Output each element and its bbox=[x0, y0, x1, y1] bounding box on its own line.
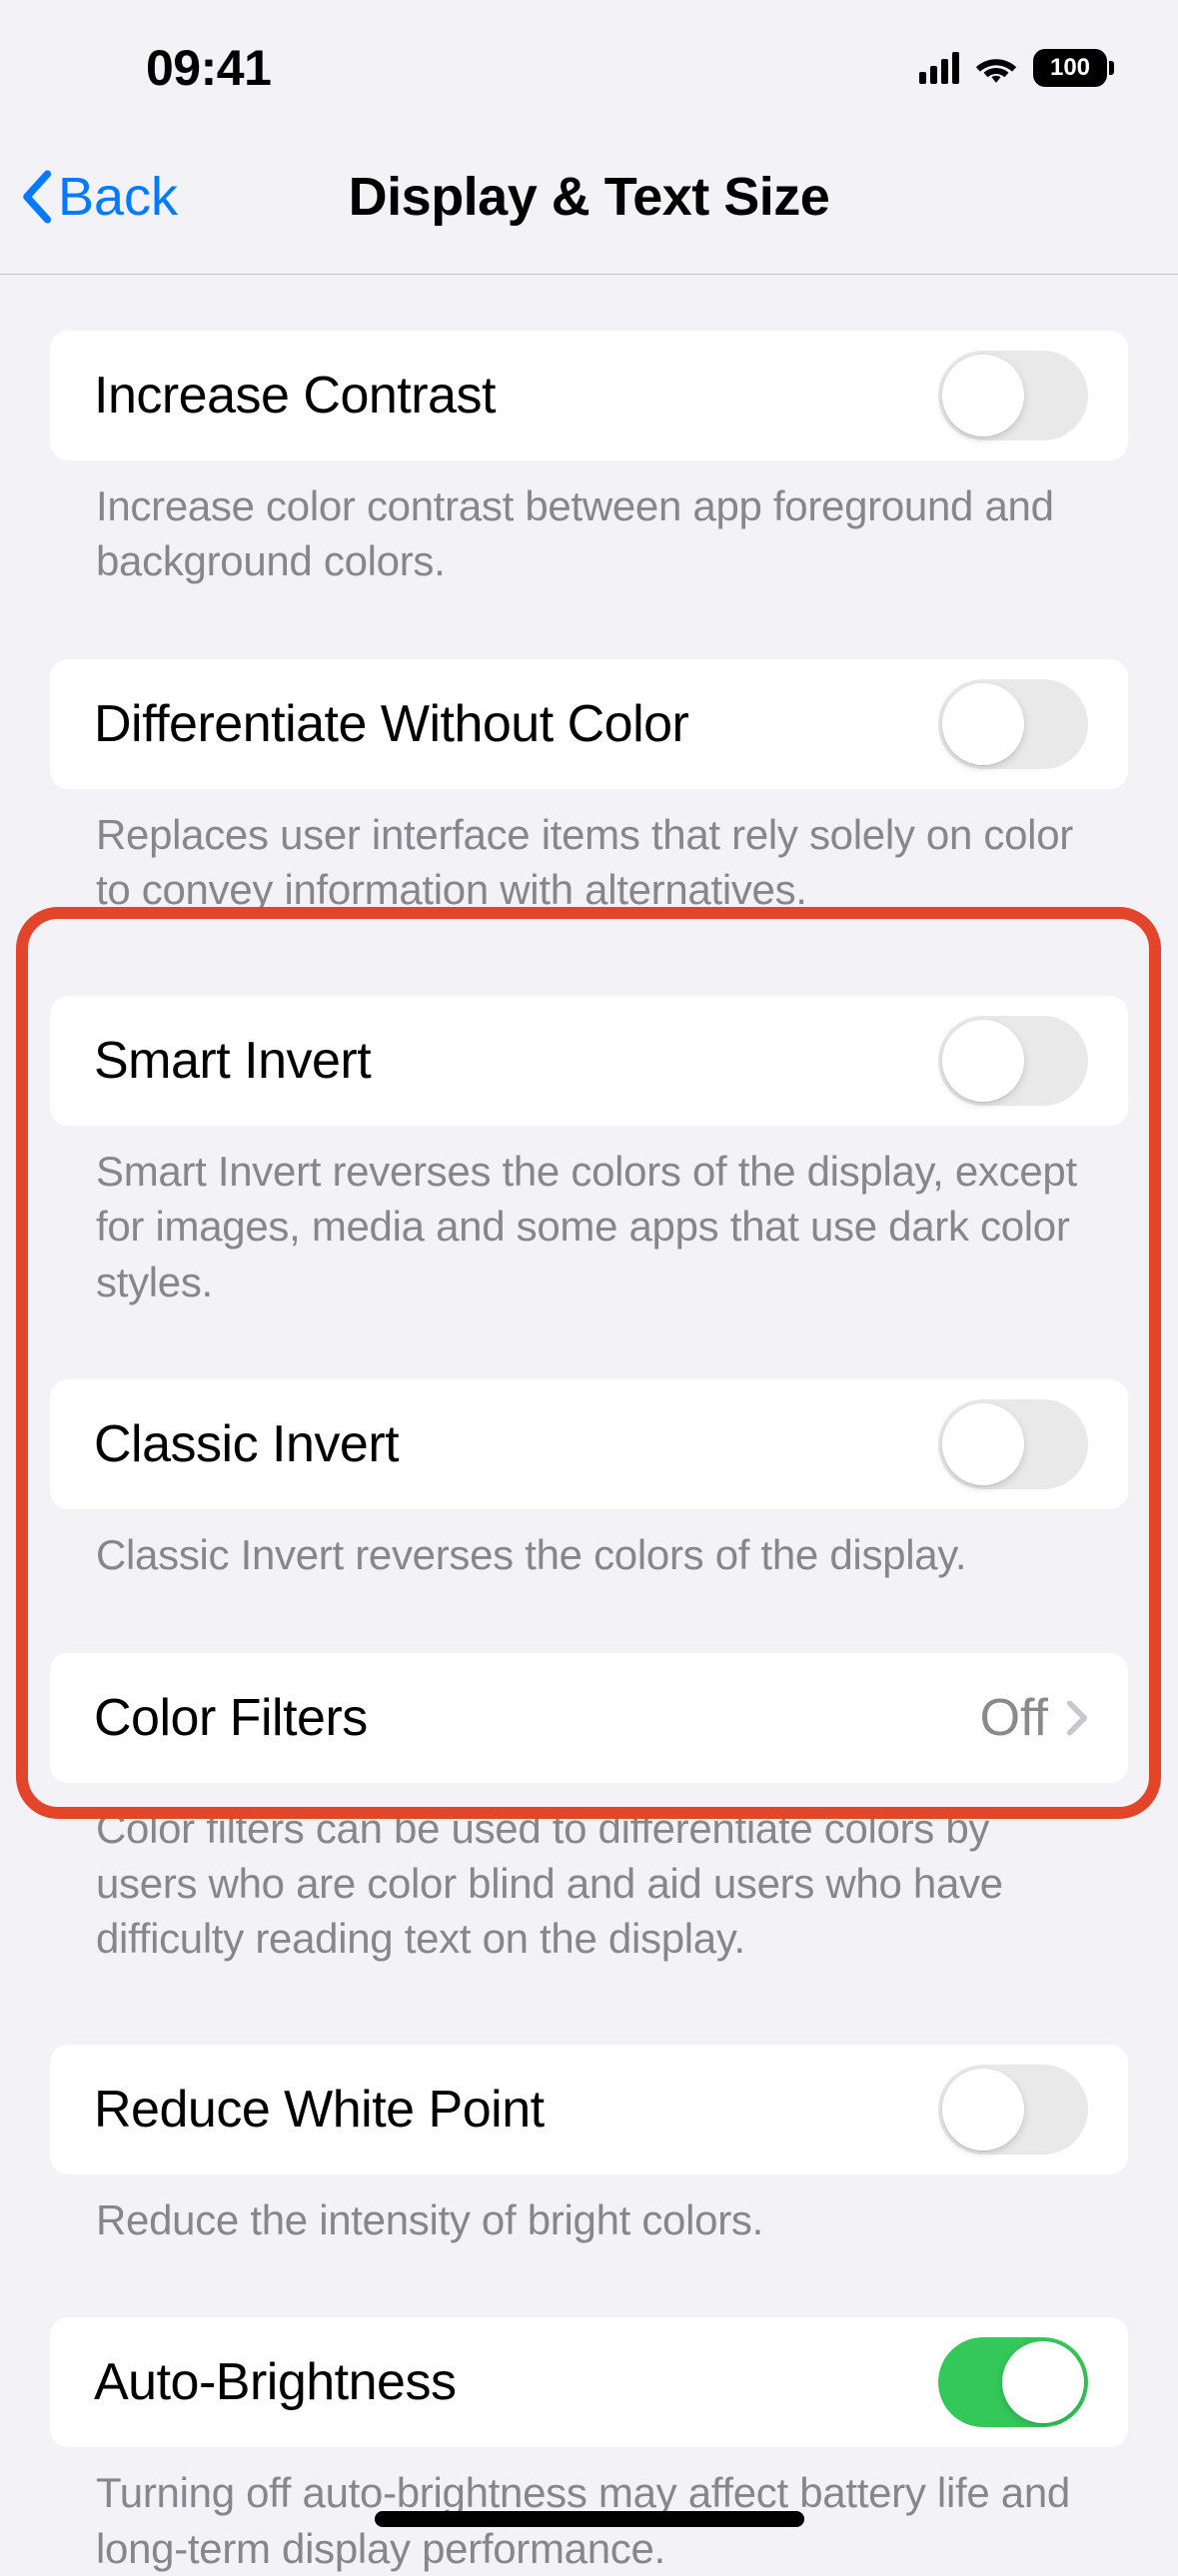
page-title: Display & Text Size bbox=[349, 166, 830, 228]
color-filters-footer: Color filters can be used to differentia… bbox=[50, 1783, 1128, 1967]
reduce-white-point-toggle[interactable] bbox=[938, 2065, 1088, 2154]
back-label: Back bbox=[58, 166, 178, 228]
increase-contrast-cell[interactable]: Increase Contrast bbox=[50, 331, 1128, 460]
reduce-white-point-footer: Reduce the intensity of bright colors. bbox=[50, 2174, 1128, 2247]
home-indicator[interactable] bbox=[375, 2511, 804, 2527]
battery-level: 100 bbox=[1033, 49, 1107, 87]
classic-invert-toggle[interactable] bbox=[938, 1399, 1088, 1489]
settings-content: Increase Contrast Increase color contras… bbox=[0, 275, 1178, 2576]
chevron-left-icon bbox=[20, 169, 52, 225]
differentiate-without-color-cell[interactable]: Differentiate Without Color bbox=[50, 659, 1128, 789]
cell-label: Color Filters bbox=[94, 1688, 368, 1748]
auto-brightness-cell[interactable]: Auto-Brightness bbox=[50, 2317, 1128, 2447]
cell-label: Classic Invert bbox=[94, 1414, 399, 1474]
classic-invert-footer: Classic Invert reverses the colors of th… bbox=[50, 1509, 1128, 1582]
chevron-right-icon bbox=[1066, 1699, 1088, 1737]
increase-contrast-footer: Increase color contrast between app fore… bbox=[50, 460, 1128, 589]
reduce-white-point-cell[interactable]: Reduce White Point bbox=[50, 2045, 1128, 2174]
wifi-icon bbox=[975, 52, 1017, 84]
cell-label: Auto-Brightness bbox=[94, 2352, 456, 2412]
status-time: 09:41 bbox=[146, 39, 271, 97]
differentiate-without-color-toggle[interactable] bbox=[938, 679, 1088, 769]
status-bar: 09:41 100 bbox=[0, 0, 1178, 120]
color-filters-cell[interactable]: Color Filters Off bbox=[50, 1653, 1128, 1783]
auto-brightness-toggle[interactable] bbox=[938, 2337, 1088, 2427]
back-button[interactable]: Back bbox=[20, 166, 178, 228]
cell-label: Reduce White Point bbox=[94, 2080, 545, 2140]
color-filters-value: Off bbox=[980, 1688, 1048, 1748]
smart-invert-cell[interactable]: Smart Invert bbox=[50, 996, 1128, 1126]
cell-label: Differentiate Without Color bbox=[94, 694, 688, 754]
cell-label: Increase Contrast bbox=[94, 366, 496, 426]
cellular-signal-icon bbox=[919, 52, 959, 84]
cell-label: Smart Invert bbox=[94, 1031, 371, 1091]
classic-invert-cell[interactable]: Classic Invert bbox=[50, 1379, 1128, 1509]
differentiate-without-color-footer: Replaces user interface items that rely … bbox=[50, 789, 1128, 918]
navigation-bar: Back Display & Text Size bbox=[0, 120, 1178, 275]
increase-contrast-toggle[interactable] bbox=[938, 351, 1088, 440]
smart-invert-toggle[interactable] bbox=[938, 1016, 1088, 1106]
smart-invert-footer: Smart Invert reverses the colors of the … bbox=[50, 1126, 1128, 1309]
battery-icon: 100 bbox=[1033, 49, 1114, 87]
status-icons: 100 bbox=[919, 49, 1114, 87]
